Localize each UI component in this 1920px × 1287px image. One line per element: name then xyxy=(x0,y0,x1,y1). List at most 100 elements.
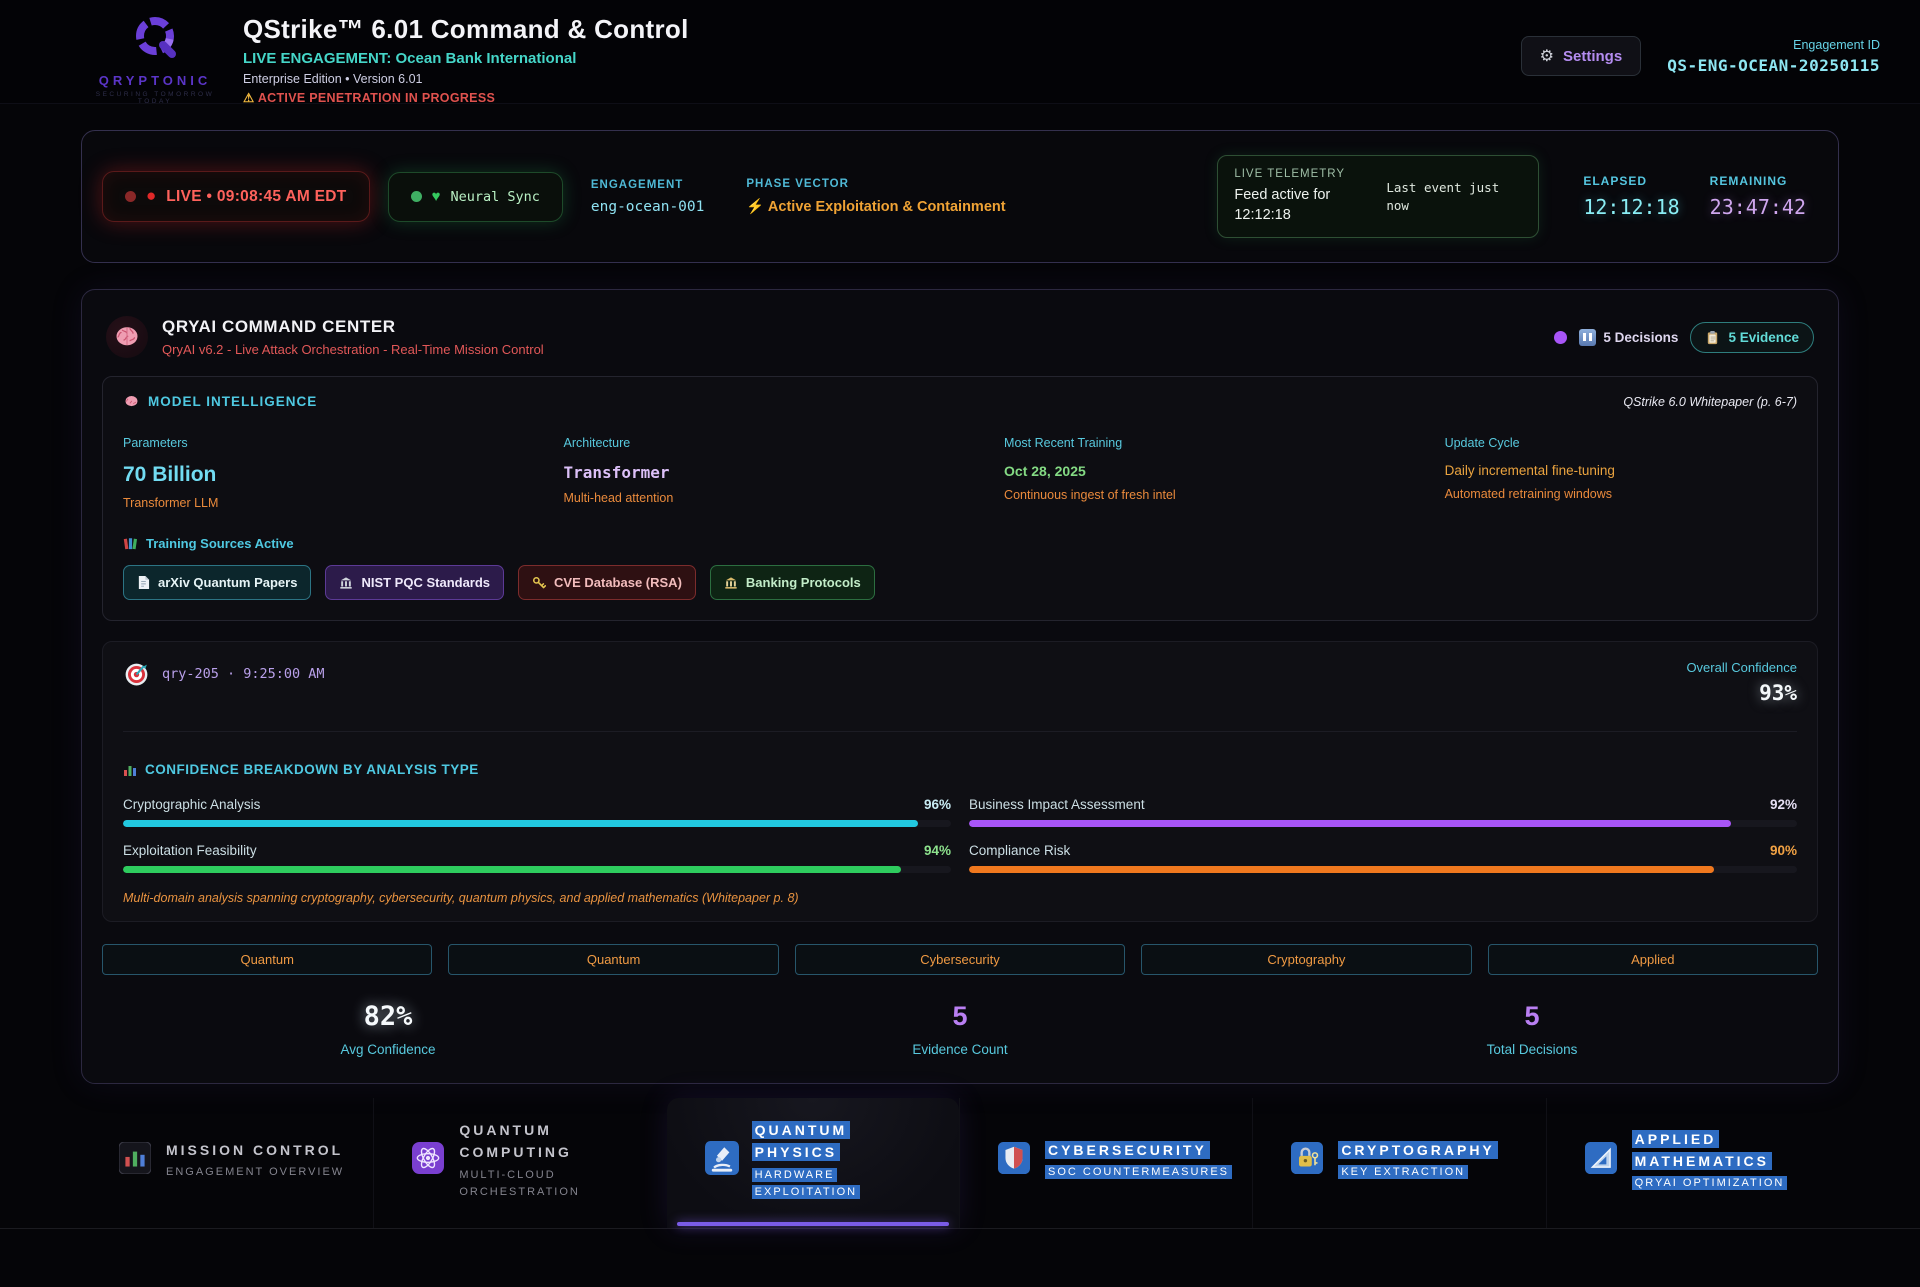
source-chip-cve[interactable]: CVE Database (RSA) xyxy=(518,565,696,600)
books-icon xyxy=(123,536,138,551)
nav-tab-cryptography[interactable]: CRYPTOGRAPHY KEY EXTRACTION xyxy=(1252,1098,1545,1228)
red-circle-icon xyxy=(146,187,156,206)
domain-tag-quantum-2: Quantum xyxy=(448,944,778,975)
field-value: 70 Billion xyxy=(123,463,564,487)
breakdown-title: CONFIDENCE BREAKDOWN BY ANALYSIS TYPE xyxy=(145,762,479,777)
telemetry-feed-status: Feed active for 12:12:18 xyxy=(1234,186,1362,225)
bank-icon xyxy=(339,576,353,590)
source-chip-banking[interactable]: Banking Protocols xyxy=(710,565,875,600)
domain-tag-cryptography: Cryptography xyxy=(1141,944,1471,975)
neural-sync-pill: Neural Sync xyxy=(388,172,563,222)
avg-confidence-label: Avg Confidence xyxy=(102,1042,674,1057)
command-center-subtitle: QryAI v6.2 - Live Attack Orchestration -… xyxy=(162,342,544,357)
brain-avatar xyxy=(106,316,148,358)
target-icon xyxy=(123,660,150,687)
heart-icon xyxy=(432,188,441,206)
field-note: Transformer LLM xyxy=(123,496,564,510)
nav-divider xyxy=(0,1228,1920,1229)
domain-tag-applied: Applied xyxy=(1488,944,1818,975)
total-decisions-label: Total Decisions xyxy=(1246,1042,1818,1057)
bottom-nav: MISSION CONTROL ENGAGEMENT OVERVIEW QUAN… xyxy=(81,1098,1839,1228)
confidence-bar-row: Cryptographic Analysis96% xyxy=(123,797,951,827)
decision-panel: qry-205 · 9:25:00 AM Overall Confidence … xyxy=(102,641,1818,922)
confidence-bar-track xyxy=(969,820,1797,827)
phase-vector-label: PHASE VECTOR xyxy=(746,178,1005,190)
evidence-count-label: Evidence Count xyxy=(674,1042,1246,1057)
document-icon xyxy=(137,575,150,590)
whitepaper-note: QStrike 6.0 Whitepaper (p. 6-7) xyxy=(1623,395,1797,409)
elapsed-label: ELAPSED xyxy=(1583,174,1679,188)
decisions-badge: 5 Decisions xyxy=(1579,329,1678,346)
q-logo-icon xyxy=(126,12,184,66)
source-chip-arxiv[interactable]: arXiv Quantum Papers xyxy=(123,565,311,600)
field-label: Update Cycle xyxy=(1445,436,1797,450)
key-icon xyxy=(532,576,546,590)
model-intelligence-panel: MODEL INTELLIGENCE QStrike 6.0 Whitepape… xyxy=(102,376,1818,621)
field-note: Multi-head attention xyxy=(564,491,1005,505)
clipboard-icon xyxy=(1705,330,1720,345)
model-intelligence-title: MODEL INTELLIGENCE xyxy=(148,394,317,409)
field-label: Parameters xyxy=(123,436,564,450)
live-dot-icon xyxy=(125,191,136,202)
app-header: QRYPTONIC SECURING TOMORROW TODAY QStrik… xyxy=(0,0,1920,104)
live-telemetry-box: LIVE TELEMETRY Feed active for 12:12:18 … xyxy=(1217,155,1539,238)
nav-tab-applied-mathematics[interactable]: APPLIED MATHEMATICS QRYAI OPTIMIZATION xyxy=(1546,1098,1839,1228)
confidence-bar-track xyxy=(969,866,1797,873)
status-dot-icon xyxy=(1554,331,1567,344)
confidence-bar-fill xyxy=(123,866,901,873)
training-sources-title: Training Sources Active xyxy=(146,536,294,551)
field-note: Automated retraining windows xyxy=(1445,487,1797,501)
brain-small-icon xyxy=(123,393,140,410)
elapsed-value: 12:12:18 xyxy=(1583,195,1679,219)
confidence-bar-fill xyxy=(123,820,918,827)
lock-icon xyxy=(1291,1142,1325,1179)
confidence-bar-row: Business Impact Assessment92% xyxy=(969,797,1797,827)
engagement-key-label: ENGAGEMENT xyxy=(591,179,705,191)
qryai-command-center-panel: QRYAI COMMAND CENTER QryAI v6.2 - Live A… xyxy=(81,289,1839,1084)
confidence-bar-track xyxy=(123,820,951,827)
telemetry-last-event: Last event just now xyxy=(1386,179,1506,214)
neural-sync-label: Neural Sync xyxy=(450,189,539,205)
settings-label: Settings xyxy=(1563,48,1622,65)
settings-button[interactable]: Settings xyxy=(1521,36,1642,76)
nav-tab-quantum-computing[interactable]: QUANTUM COMPUTING MULTI-CLOUD ORCHESTRAT… xyxy=(373,1098,666,1228)
field-value: Oct 28, 2025 xyxy=(1004,463,1445,479)
confidence-bar-row: Compliance Risk90% xyxy=(969,843,1797,873)
engagement-id-label: Engagement ID xyxy=(1667,38,1880,52)
evidence-badge[interactable]: 5 Evidence xyxy=(1690,322,1814,353)
shield-icon xyxy=(998,1142,1032,1179)
brand-name: QRYPTONIC xyxy=(95,73,215,88)
decision-meta: qry-205 · 9:25:00 AM xyxy=(162,666,325,682)
total-decisions-value: 5 xyxy=(1246,1001,1818,1032)
building-icon xyxy=(724,576,738,590)
confidence-bar-fill xyxy=(969,866,1714,873)
bar-chart-icon xyxy=(119,1142,153,1179)
qryptonic-logo: QRYPTONIC SECURING TOMORROW TODAY xyxy=(95,12,215,105)
source-chip-nist[interactable]: NIST PQC Standards xyxy=(325,565,504,600)
confidence-bar-fill xyxy=(969,820,1731,827)
nav-tab-quantum-physics[interactable]: QUANTUM PHYSICS HARDWARE EXPLOITATION xyxy=(667,1098,959,1228)
field-label: Most Recent Training xyxy=(1004,436,1445,450)
brand-tagline: SECURING TOMORROW TODAY xyxy=(95,91,215,105)
active-penetration-alert: ACTIVE PENETRATION IN PROGRESS xyxy=(243,90,1521,105)
field-value: Transformer xyxy=(564,463,1005,482)
domain-tag-quantum-1: Quantum xyxy=(102,944,432,975)
triangle-ruler-icon xyxy=(1585,1142,1619,1179)
bar-chart-small-icon xyxy=(123,763,137,777)
field-value: Daily incremental fine-tuning xyxy=(1445,463,1797,478)
gear-icon xyxy=(1540,46,1554,66)
field-label: Architecture xyxy=(564,436,1005,450)
nav-tab-cybersecurity[interactable]: CYBERSECURITY SOC COUNTERMEASURES xyxy=(959,1098,1252,1228)
sync-dot-icon xyxy=(411,191,422,202)
nav-tab-mission-control[interactable]: MISSION CONTROL ENGAGEMENT OVERVIEW xyxy=(81,1098,373,1228)
atom-icon xyxy=(412,1142,446,1179)
phase-vector-value: Active Exploitation & Containment xyxy=(746,198,1005,215)
warning-icon xyxy=(243,91,258,105)
overall-confidence-value: 93% xyxy=(1686,681,1797,705)
command-center-title: QRYAI COMMAND CENTER xyxy=(162,317,544,337)
analysis-footnote: Multi-domain analysis spanning cryptogra… xyxy=(123,891,1797,905)
pause-icon xyxy=(1579,329,1596,346)
telemetry-label: LIVE TELEMETRY xyxy=(1234,168,1362,180)
confidence-bar-track xyxy=(123,866,951,873)
engagement-id-value: QS-ENG-OCEAN-20250115 xyxy=(1667,56,1880,75)
